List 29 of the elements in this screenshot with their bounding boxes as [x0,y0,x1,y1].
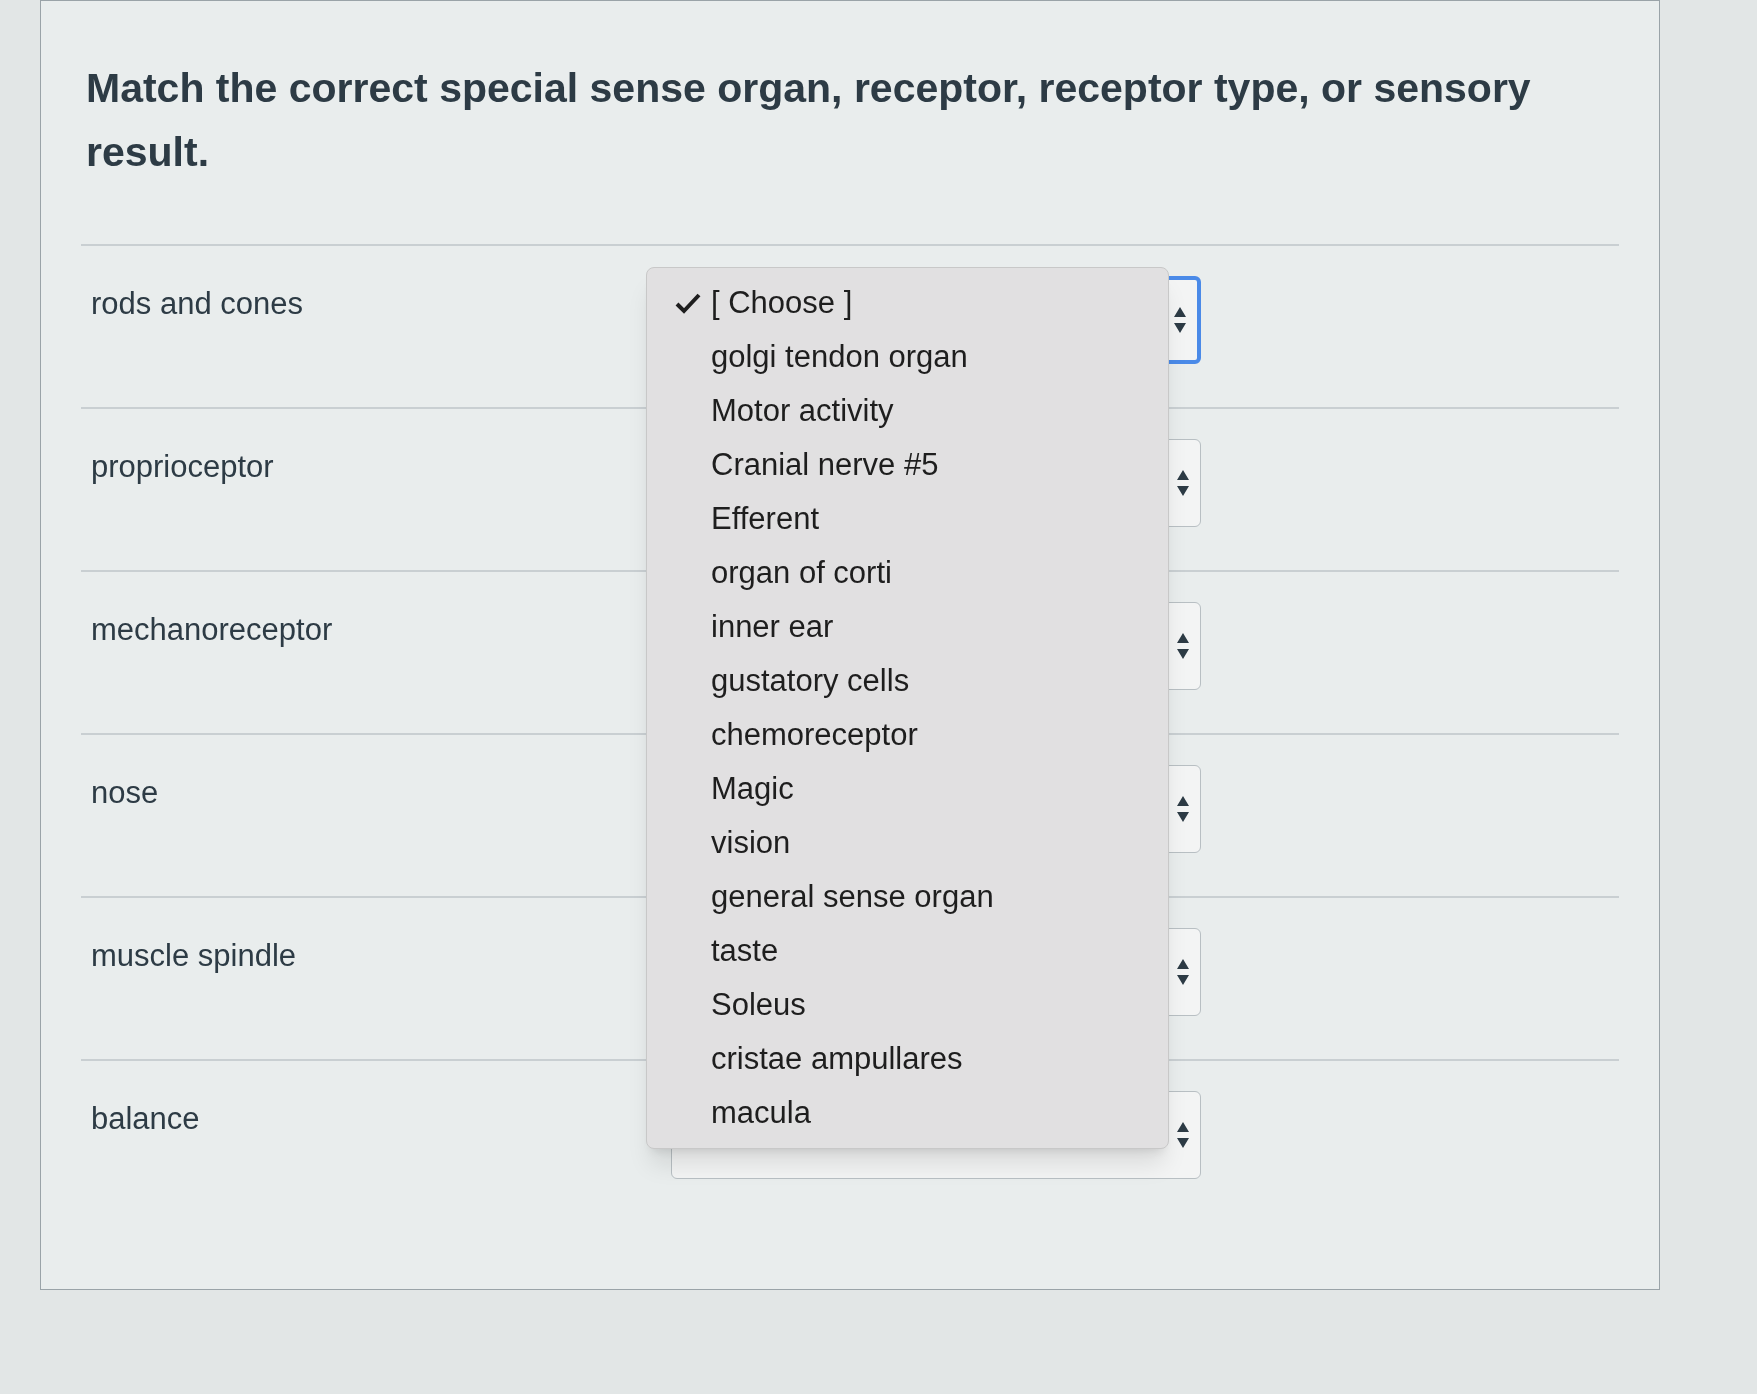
sort-arrows-icon [1176,468,1190,498]
menu-option[interactable]: taste [647,924,1168,978]
menu-option[interactable]: macula [647,1086,1168,1140]
sort-arrows-icon [1176,957,1190,987]
menu-option[interactable]: Cranial nerve #5 [647,438,1168,492]
sort-arrows-icon [1176,794,1190,824]
menu-option[interactable]: Motor activity [647,384,1168,438]
menu-option[interactable]: inner ear [647,600,1168,654]
match-label: rods and cones [90,285,304,323]
menu-option[interactable]: general sense organ [647,870,1168,924]
match-label: nose [90,774,160,812]
menu-option[interactable]: Efferent [647,492,1168,546]
menu-option[interactable]: vision [647,816,1168,870]
match-label: proprioceptor [90,448,275,486]
menu-option[interactable]: Soleus [647,978,1168,1032]
match-label: muscle spindle [90,937,298,975]
menu-option[interactable]: chemoreceptor [647,708,1168,762]
sort-arrows-icon [1176,631,1190,661]
menu-option[interactable]: [ Choose ] [647,276,1168,330]
menu-option[interactable]: organ of corti [647,546,1168,600]
question-title: Match the correct special sense organ, receptor, receptor type, or sensory result. [85,64,1532,177]
sort-arrows-icon [1176,1120,1190,1150]
sort-arrows-icon [1173,305,1187,335]
match-label: mechanoreceptor [90,611,334,649]
match-label: balance [90,1100,201,1138]
menu-option[interactable]: gustatory cells [647,654,1168,708]
menu-option[interactable]: golgi tendon organ [647,330,1168,384]
menu-option[interactable]: Magic [647,762,1168,816]
menu-option[interactable]: cristae ampullares [647,1032,1168,1086]
